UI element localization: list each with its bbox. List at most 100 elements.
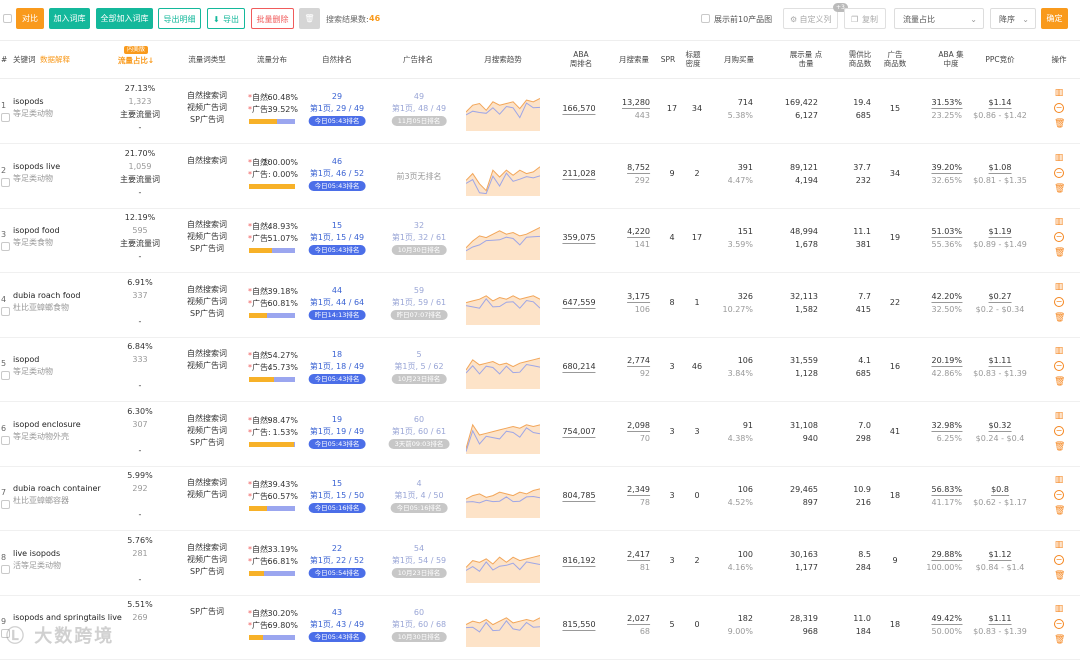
trend-chart-icon[interactable]: ▥ — [1054, 604, 1064, 614]
trash-icon[interactable]: 🗑 — [1054, 442, 1065, 452]
traffic-count: 292 — [132, 484, 148, 493]
compare-button[interactable]: 对比 — [16, 8, 44, 29]
ad-rank[interactable]: 54 — [414, 544, 424, 554]
trend-chart-icon[interactable]: ▥ — [1054, 153, 1064, 163]
trend-chart-icon[interactable]: ▥ — [1054, 217, 1064, 227]
natural-rank[interactable]: 43 — [332, 608, 342, 618]
natural-rank[interactable]: 46 — [332, 157, 342, 167]
ad-rank[interactable]: 60 — [414, 608, 424, 618]
trend-chart-icon[interactable]: ▥ — [1054, 282, 1064, 292]
minus-circle-icon[interactable]: − — [1054, 425, 1064, 436]
ad-product-count: 34 — [889, 168, 901, 178]
demand-supply-ratio: 7.0 — [858, 420, 871, 430]
minus-circle-icon[interactable]: − — [1054, 103, 1064, 113]
header-traffic-share-label: 流量占比 — [117, 56, 148, 65]
trend-chart-icon[interactable]: ▥ — [1054, 475, 1064, 485]
ad-share-value: 69.80% — [267, 621, 298, 630]
export-detail-button[interactable]: 导出明细 — [158, 8, 201, 29]
trash-icon[interactable]: 🗑 — [1054, 248, 1065, 258]
ad-rank[interactable]: 5 — [416, 350, 421, 360]
traffic-dist-nat-fill — [249, 570, 265, 576]
row-checkbox[interactable] — [1, 113, 10, 122]
natural-rank-pill: 今日05:43排名 — [308, 438, 366, 449]
row-checkbox[interactable] — [1, 500, 10, 509]
trend-chart-icon[interactable]: ▥ — [1054, 88, 1064, 98]
natural-rank-page: 第1页, 15 / 49 — [309, 233, 365, 242]
natural-rank[interactable]: 19 — [332, 415, 342, 425]
minus-circle-icon[interactable]: − — [1054, 361, 1064, 371]
keyword-text[interactable]: dubia roach container — [13, 484, 101, 494]
row-checkbox[interactable] — [1, 306, 10, 316]
natural-rank[interactable]: 15 — [332, 221, 342, 231]
add-to-library-button[interactable]: 加入词库 — [49, 8, 90, 29]
ad-rank[interactable]: 59 — [414, 286, 424, 296]
trash-icon[interactable]: 🗑 — [1054, 313, 1065, 323]
ad-rank[interactable]: 60 — [414, 415, 424, 425]
keyword-text[interactable]: isopods live — [13, 162, 60, 172]
row-index: 1 — [1, 101, 7, 110]
header-traffic-share[interactable]: 流量占比↓ — [118, 56, 154, 65]
row-checkbox[interactable] — [1, 435, 10, 445]
trash-icon[interactable]: 🗑 — [1054, 571, 1065, 581]
top10-checkbox[interactable] — [701, 14, 710, 23]
minus-circle-icon[interactable]: − — [1054, 232, 1064, 242]
traffic-dist-nat-fill — [249, 248, 272, 253]
row-checkbox[interactable] — [1, 564, 10, 574]
add-all-to-library-button[interactable]: 全部加入词库 — [96, 8, 153, 29]
trend-chart-icon[interactable]: ▥ — [1054, 346, 1064, 356]
keyword-text[interactable]: isopods — [13, 97, 44, 107]
header-data-explain[interactable]: 数据解释 — [40, 55, 70, 64]
header-monthly-search: 月搜索量 — [619, 55, 649, 64]
sort-field-select[interactable]: 流量占比 ⌄ — [894, 8, 984, 29]
copy-button[interactable]: ❐ 复制 — [844, 8, 886, 29]
minus-circle-icon[interactable]: − — [1054, 167, 1064, 178]
natural-rank-pill: 今日05:43排名 — [308, 116, 366, 126]
table-header: # 关键词 数据解释 内美版 流量占比↓ 流量词类型 流量分布 自然排名 广告排… — [0, 40, 1080, 79]
keyword-text[interactable]: isopod food — [13, 226, 60, 236]
monthly-buy: 714 — [737, 98, 753, 107]
trend-chart-icon[interactable]: ▥ — [1054, 411, 1064, 421]
ppc-bid: $1.14 — [988, 98, 1012, 109]
natural-rank[interactable]: 44 — [332, 286, 342, 296]
row-checkbox[interactable] — [1, 242, 10, 251]
keyword-text[interactable]: isopod enclosure — [13, 420, 81, 430]
minus-circle-icon[interactable]: − — [1054, 296, 1064, 307]
minus-circle-icon[interactable]: − — [1054, 490, 1064, 500]
confirm-button[interactable]: 确定 — [1041, 8, 1068, 29]
traffic-dist-bar — [249, 570, 295, 576]
natural-rank-page: 第1页, 15 / 50 — [309, 491, 365, 500]
trash-button[interactable]: 🗑 — [299, 8, 320, 29]
ad-rank[interactable]: 4 — [416, 479, 421, 489]
keyword-text[interactable]: dubia roach food — [13, 291, 81, 301]
select-all-checkbox[interactable] — [3, 14, 12, 23]
trash-icon[interactable]: 🗑 — [1054, 377, 1065, 387]
traffic-dist-bar — [249, 248, 295, 253]
keyword-text[interactable]: isopod — [13, 355, 39, 365]
export-label: 导出 — [223, 15, 239, 24]
row-checkbox[interactable] — [1, 177, 10, 187]
natural-rank[interactable]: 29 — [332, 92, 342, 102]
ad-rank[interactable]: 49 — [414, 92, 424, 102]
trash-icon[interactable]: 🗑 — [1054, 506, 1065, 516]
traffic-dist-nat-fill — [249, 635, 263, 640]
buy-rate: 5.38% — [727, 111, 753, 120]
export-button[interactable]: ⬇ 导出 — [207, 8, 245, 29]
natural-rank[interactable]: 15 — [332, 479, 342, 489]
trend-chart-icon[interactable]: ▥ — [1054, 540, 1064, 550]
keyword-text[interactable]: live isopods — [13, 549, 60, 559]
custom-columns-button[interactable]: ⚙ 自定义列 — [783, 8, 838, 29]
monthly-search: 4,220 — [627, 227, 650, 238]
aba-concentration: 51.03% — [931, 227, 962, 238]
natural-rank[interactable]: 18 — [332, 350, 342, 360]
minus-circle-icon[interactable]: − — [1054, 554, 1064, 565]
trash-icon[interactable]: 🗑 — [1054, 635, 1065, 645]
trash-icon[interactable]: 🗑 — [1054, 184, 1065, 194]
trash-icon[interactable]: 🗑 — [1054, 119, 1065, 129]
sort-order-select[interactable]: 降序 ⌄ — [990, 8, 1036, 29]
batch-delete-button[interactable]: 批量删除 — [251, 8, 294, 29]
ad-rank[interactable]: 32 — [414, 221, 424, 231]
row-checkbox[interactable] — [1, 371, 10, 380]
aba-concentration-2: 32.65% — [931, 175, 962, 185]
natural-rank[interactable]: 22 — [332, 544, 342, 554]
minus-circle-icon[interactable]: − — [1054, 619, 1064, 629]
